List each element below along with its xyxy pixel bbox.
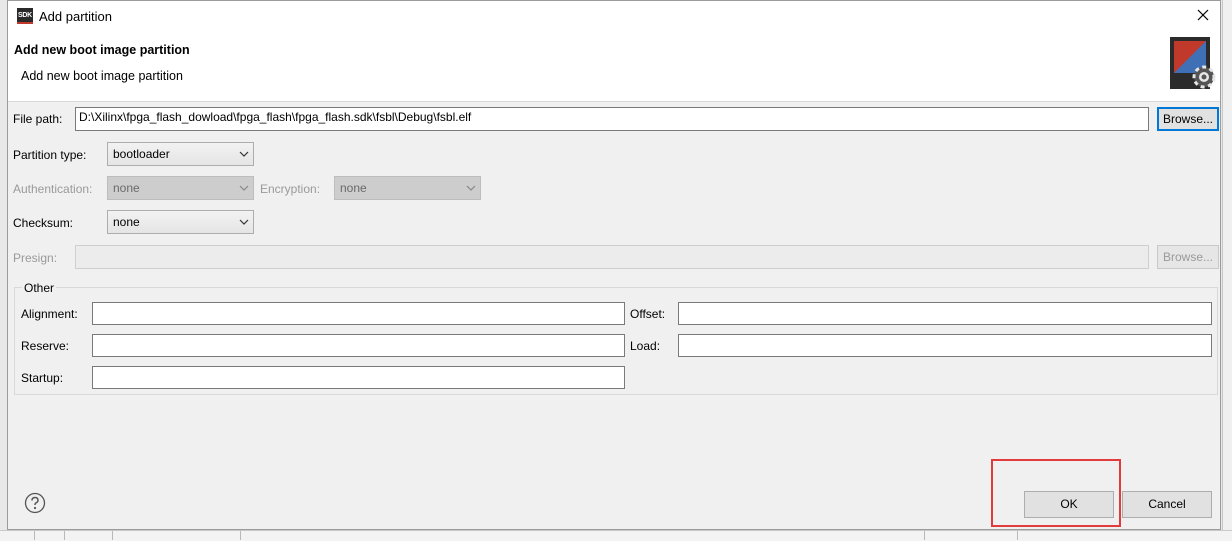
startup-label: Startup: [21,371,64,385]
reserve-label: Reserve: [21,339,70,353]
chevron-down-icon [239,219,249,225]
authentication-select[interactable]: none [107,176,254,200]
startup-input[interactable] [92,366,625,389]
reserve-input[interactable] [92,334,625,357]
load-input[interactable] [678,334,1212,357]
chevron-down-icon [239,151,249,157]
chevron-down-icon [466,185,476,191]
offset-label: Offset: [630,307,666,321]
presign-browse-button[interactable]: Browse... [1157,245,1219,269]
dialog-header: Add new boot image partition Add new boo… [8,31,1220,102]
checksum-select[interactable]: none [107,210,254,234]
help-icon[interactable] [24,492,46,514]
background-bottom-strip [0,530,1232,541]
offset-input[interactable] [678,302,1212,325]
checksum-label: Checksum: [13,216,74,230]
sdk-settings-icon [1170,37,1216,89]
other-group-title: Other [22,281,57,295]
close-icon[interactable] [1194,6,1212,24]
presign-input[interactable] [75,245,1149,269]
chevron-down-icon [239,185,249,191]
encryption-select[interactable]: none [334,176,481,200]
file-path-label: File path: [13,112,63,126]
header-title: Add new boot image partition [14,43,190,57]
partition-type-label: Partition type: [13,148,87,162]
ok-button-highlight [991,459,1121,527]
alignment-input[interactable] [92,302,625,325]
background-divider [1017,531,1018,540]
checksum-value: none [113,215,140,229]
authentication-value: none [113,181,140,195]
window-title: Add partition [39,9,112,24]
title-bar: SDK Add partition [8,1,1220,31]
background-divider [924,531,925,540]
encryption-value: none [340,181,367,195]
background-divider [112,531,113,540]
background-right-strip [1222,0,1232,540]
partition-type-select[interactable]: bootloader [107,142,254,166]
add-partition-dialog: SDK Add partition Add new boot image par… [7,0,1221,530]
cancel-button[interactable]: Cancel [1122,491,1212,518]
background-divider [240,531,241,540]
authentication-label: Authentication: [13,182,93,196]
header-subtitle: Add new boot image partition [21,69,183,83]
sdk-app-icon: SDK [17,8,33,24]
background-divider [64,531,65,540]
load-label: Load: [630,339,661,353]
presign-label: Presign: [13,251,58,265]
alignment-label: Alignment: [21,307,78,321]
browse-button[interactable]: Browse... [1157,107,1219,131]
file-path-input[interactable]: D:\Xilinx\fpga_flash_dowload\fpga_flash\… [75,107,1149,131]
encryption-label: Encryption: [260,182,321,196]
partition-type-value: bootloader [113,147,170,161]
background-divider [34,531,35,540]
